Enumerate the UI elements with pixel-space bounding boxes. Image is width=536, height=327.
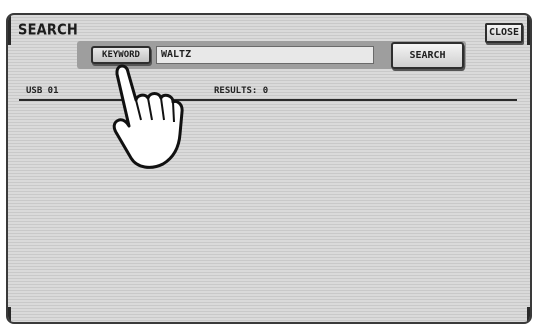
bezel-marker-left-bottom — [8, 307, 11, 322]
search-screen: SEARCH CLOSE KEYWORD WALTZ SEARCH USB 01… — [6, 13, 532, 324]
search-button[interactable]: SEARCH — [391, 42, 464, 69]
device-bezel: SEARCH CLOSE KEYWORD WALTZ SEARCH USB 01… — [0, 0, 536, 327]
page-title: SEARCH — [18, 21, 78, 40]
divider — [19, 99, 517, 101]
results-count: 0 — [262, 86, 269, 96]
location-label: USB 01 — [26, 86, 59, 96]
bezel-marker-right-bottom — [527, 307, 530, 322]
results-summary: RESULTS: 0 — [214, 86, 268, 96]
bezel-marker-left-top — [8, 15, 11, 45]
bezel-marker-right-top — [527, 15, 530, 45]
close-button[interactable]: CLOSE — [485, 23, 523, 43]
results-label: RESULTS: — [214, 86, 258, 96]
pointing-hand-icon — [103, 62, 203, 174]
